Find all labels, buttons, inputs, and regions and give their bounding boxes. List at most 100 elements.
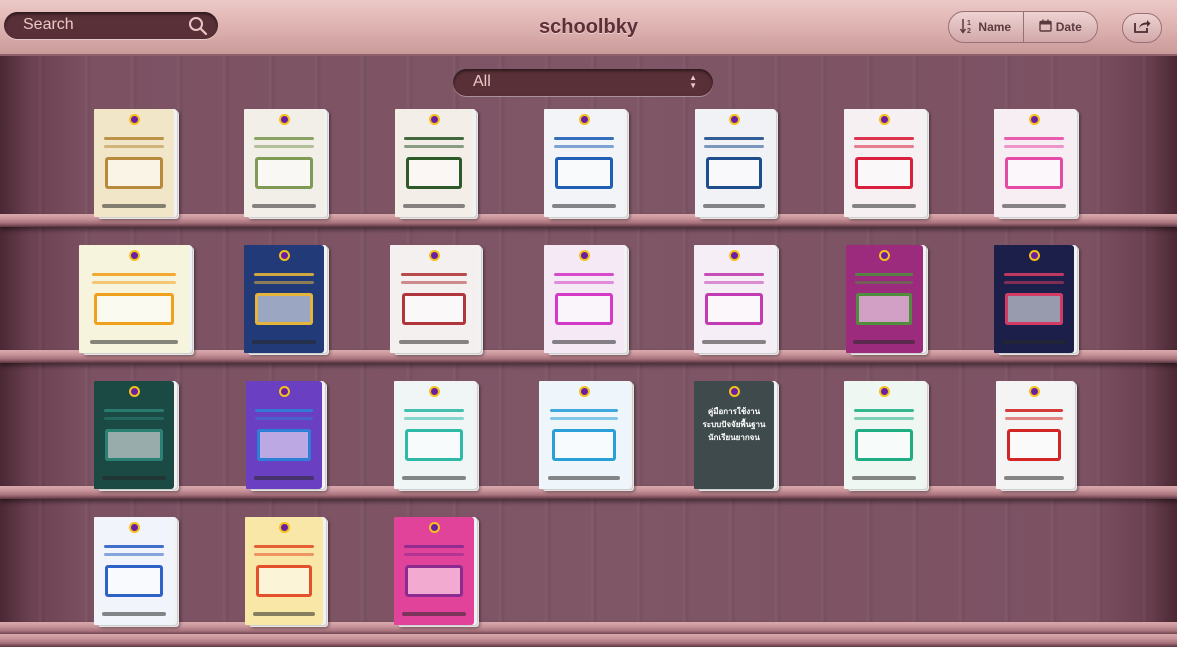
book-cover-book-17[interactable] [394,381,474,489]
book-cover-book-9[interactable] [244,245,324,353]
book-cover-title-stripe [92,273,176,277]
book-cover-photo [1006,428,1062,461]
chevron-updown-icon: ▲ ▼ [689,73,697,90]
book-cover-footer [702,340,766,345]
book-cover-book-4[interactable] [544,109,624,217]
school-seal-icon [129,522,140,534]
book-cover-book-24[interactable] [394,517,474,625]
book-cover-title-stripe [403,545,465,549]
book-cover-photo [105,564,163,597]
book-cover-footer [1003,476,1065,481]
book-cover-photo [856,292,912,325]
book-cover-book-10[interactable] [390,245,478,353]
sort-by-date-button[interactable]: Date [1022,12,1098,42]
sort-by-name-button[interactable]: 1 2 Name [949,12,1023,42]
book-cover-book-23[interactable] [245,517,323,625]
book-cover-title-stripe [400,273,468,277]
book-cover-title: คู่มือการใช้งานระบบปัจจัยพื้นฐานนักเรียน… [700,405,767,444]
book-cover-footer [852,204,916,209]
sort-by-name-label: Name [978,20,1012,34]
school-seal-icon [129,386,140,398]
book-cover-title-stripe [254,545,314,549]
book-cover-title-stripe [553,273,615,277]
book-cover-photo [855,428,913,461]
book-cover-book-22[interactable] [94,517,174,625]
book-cover-photo [255,156,313,189]
school-seal-icon [879,250,890,262]
book-cover-footer [552,204,616,209]
book-cover-title-stripe [404,137,464,141]
book-cover-book-19[interactable]: คู่มือการใช้งานระบบปัจจัยพื้นฐานนักเรียน… [694,381,774,489]
school-seal-icon [1029,386,1040,398]
shelf-plank [0,634,1177,647]
book-cover-book-7[interactable] [994,109,1074,217]
book-cover-photo [105,156,163,189]
book-cover-photo [1005,292,1063,325]
book-cover-footer [1002,204,1066,209]
school-seal-icon [279,522,290,534]
book-cover-title-line: คู่มือการใช้งาน [707,406,761,416]
book-cover-photo [555,292,613,325]
book-cover-photo [705,156,763,189]
book-cover-title-line: ระบบปัจจัยพื้นฐาน [702,419,766,429]
book-cover-photo [255,564,313,597]
school-seal-icon [429,114,440,126]
sort-by-date-label: Date [1055,20,1082,34]
category-filter-select[interactable]: All ▲ ▼ [453,69,713,96]
book-cover-footer [402,476,466,481]
book-cover-title-stripe [403,409,465,413]
school-seal-icon [279,250,290,262]
book-cover-book-8[interactable] [79,245,189,353]
category-filter-value: All [473,73,491,90]
book-cover-title-stripe [403,416,465,420]
book-cover-title-stripe [1003,280,1065,284]
book-cover-photo [105,428,163,461]
book-cover-book-15[interactable] [94,381,174,489]
book-cover-footer [552,340,616,345]
book-cover-title-stripe [1003,137,1065,141]
calendar-icon [1039,19,1052,35]
book-cover-book-20[interactable] [844,381,924,489]
book-cover-book-2[interactable] [244,109,324,217]
book-cover-footer [398,340,470,345]
book-cover-book-1[interactable] [94,109,174,217]
book-cover-book-11[interactable] [544,245,624,353]
book-cover-photo [555,156,613,189]
book-cover-book-16[interactable] [246,381,322,489]
school-seal-icon [729,250,740,262]
school-seal-icon [129,114,140,126]
book-cover-book-18[interactable] [539,381,629,489]
book-cover-title-stripe [103,552,165,556]
book-cover-book-6[interactable] [844,109,924,217]
school-seal-icon [129,250,140,262]
book-cover-title-line: นักเรียนยากจน [708,432,760,442]
sort-button-group: 1 2 Name Date [948,11,1098,43]
book-cover-book-12[interactable] [694,245,774,353]
book-cover-footer [252,612,316,617]
share-button[interactable] [1122,13,1162,43]
book-cover-photo [402,292,466,325]
book-cover-book-13[interactable] [845,245,923,353]
book-cover-title-stripe [400,280,468,284]
book-cover-footer [852,476,916,481]
bookshelf: All ▲ ▼ คู่มือการใช้งานระบบปัจจัยพื้นฐานน… [0,56,1177,647]
book-cover-book-5[interactable] [695,109,773,217]
school-seal-icon [729,114,740,126]
book-cover-footer [1002,340,1066,345]
school-seal-icon [279,386,290,398]
school-seal-icon [879,386,890,398]
svg-text:2: 2 [967,28,971,34]
book-cover-title-stripe [854,280,914,284]
book-cover-book-3[interactable] [395,109,473,217]
book-cover-book-14[interactable] [994,245,1074,353]
share-icon [1133,18,1151,39]
book-cover-title-stripe [1005,416,1063,420]
book-cover-book-21[interactable] [996,381,1072,489]
top-toolbar: Search schoolbky 1 2 Name Date [0,0,1177,56]
book-cover-title-stripe [1005,409,1063,413]
school-seal-icon [729,386,740,398]
school-seal-icon [429,250,440,262]
book-cover-footer [102,476,166,481]
school-seal-icon [1029,114,1040,126]
book-cover-footer [102,612,166,617]
